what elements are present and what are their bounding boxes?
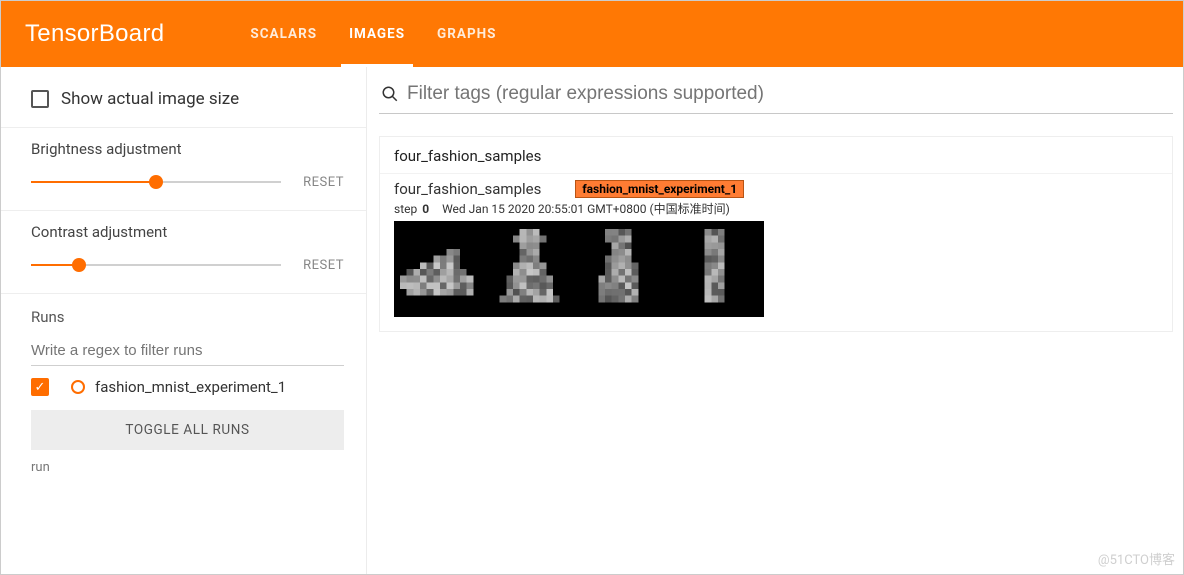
sidebar: Show actual image size Brightness adjust… — [1, 67, 367, 574]
image-card: four_fashion_samples four_fashion_sample… — [379, 136, 1173, 332]
runs-heading: Runs — [31, 308, 344, 326]
toggle-all-runs-button[interactable]: TOGGLE ALL RUNS — [31, 410, 344, 450]
runs-legend-label: run — [31, 460, 344, 485]
run-color-swatch — [71, 380, 85, 394]
show-actual-size-label: Show actual image size — [61, 89, 239, 109]
brightness-title: Brightness adjustment — [31, 140, 344, 158]
main-pane: four_fashion_samples four_fashion_sample… — [367, 67, 1183, 574]
run-item[interactable]: ✓ fashion_mnist_experiment_1 — [31, 366, 344, 406]
run-name: fashion_mnist_experiment_1 — [95, 378, 286, 396]
brightness-section: Brightness adjustment RESET — [1, 128, 366, 211]
app-logo: TensorBoard — [25, 20, 164, 48]
image-title: four_fashion_samples — [394, 180, 541, 198]
brightness-slider[interactable] — [31, 172, 281, 192]
runs-filter-input[interactable] — [31, 338, 344, 366]
nav-tabs: SCALARS IMAGES GRAPHS — [234, 1, 512, 67]
watermark: @51CTO博客 — [1098, 549, 1175, 568]
image-meta: step 0 Wed Jan 15 2020 20:55:01 GMT+0800… — [394, 200, 1158, 217]
body: Show actual image size Brightness adjust… — [1, 67, 1183, 574]
show-actual-size-checkbox[interactable] — [31, 90, 49, 108]
step-label: step — [394, 202, 417, 216]
contrast-section: Contrast adjustment RESET — [1, 211, 366, 294]
image-run-badge: fashion_mnist_experiment_1 — [575, 180, 744, 198]
runs-section: Runs ✓ fashion_mnist_experiment_1 TOGGLE… — [1, 294, 366, 485]
run-checkbox[interactable]: ✓ — [31, 378, 49, 396]
tag-filter-input[interactable] — [407, 83, 1169, 105]
card-body: four_fashion_samples fashion_mnist_exper… — [380, 174, 1172, 331]
top-bar: TensorBoard SCALARS IMAGES GRAPHS — [1, 1, 1183, 67]
tab-graphs[interactable]: GRAPHS — [421, 1, 512, 67]
card-tag-title[interactable]: four_fashion_samples — [380, 137, 1172, 174]
tab-scalars[interactable]: SCALARS — [234, 1, 333, 67]
timestamp: Wed Jan 15 2020 20:55:01 GMT+0800 (中国标准时… — [442, 202, 730, 216]
show-actual-size-section: Show actual image size — [1, 77, 366, 128]
search-icon — [381, 85, 399, 103]
contrast-reset-button[interactable]: RESET — [303, 258, 344, 273]
contrast-title: Contrast adjustment — [31, 223, 344, 241]
tab-images[interactable]: IMAGES — [333, 1, 421, 67]
sample-image-strip[interactable] — [394, 221, 764, 317]
tag-filter-bar — [379, 79, 1173, 114]
step-value[interactable]: 0 — [422, 202, 429, 216]
brightness-reset-button[interactable]: RESET — [303, 175, 344, 190]
contrast-slider[interactable] — [31, 255, 281, 275]
